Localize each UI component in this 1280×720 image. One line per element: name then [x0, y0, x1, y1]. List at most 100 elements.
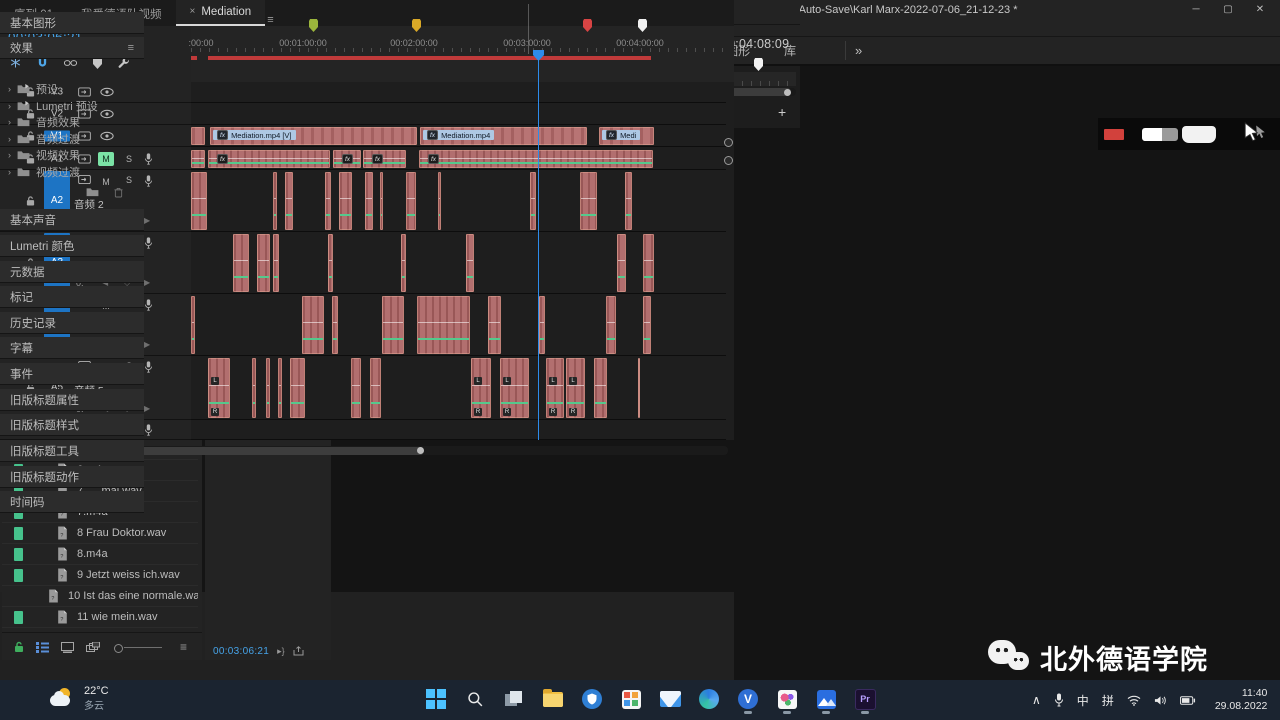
clip[interactable]	[302, 296, 324, 354]
chevron-right-icon[interactable]: ›	[8, 117, 11, 127]
playhead-line[interactable]	[538, 54, 539, 440]
clip[interactable]: LR	[500, 358, 529, 418]
voiceover-record-mic-icon[interactable]	[144, 153, 153, 165]
clip[interactable]: fx	[208, 150, 330, 168]
new-custom-bin-icon[interactable]	[86, 187, 99, 197]
close-button[interactable]: ✕	[1244, 4, 1276, 15]
label-color-chip[interactable]	[14, 527, 23, 540]
clip[interactable]: fx	[419, 150, 653, 168]
clip[interactable]	[290, 358, 305, 418]
sequence-marker[interactable]	[754, 58, 763, 71]
clip[interactable]	[594, 358, 607, 418]
track-lane-A1[interactable]: fxfxfxfx	[191, 149, 726, 170]
voiceover-record-mic-icon[interactable]	[144, 237, 153, 249]
next-keyframe-icon[interactable]: ▶	[144, 216, 150, 225]
clip[interactable]	[191, 127, 205, 145]
start-icon[interactable]	[424, 684, 448, 714]
panel-section-旧版标题工具[interactable]: 旧版标题工具	[0, 440, 144, 462]
clip[interactable]: fxMediation.mp4	[420, 127, 587, 145]
panel-section-事件[interactable]: 事件	[0, 363, 144, 385]
button-editor-plus[interactable]: +	[778, 104, 786, 120]
task-view-icon[interactable]	[502, 684, 526, 714]
panel-section-历史记录[interactable]: 历史记录	[0, 312, 144, 334]
clip[interactable]	[539, 296, 545, 354]
panel-section-旧版标题属性[interactable]: 旧版标题属性	[0, 389, 144, 411]
list-item[interactable]: ?11 wie mein.wav	[2, 607, 198, 628]
clip[interactable]	[365, 172, 373, 230]
voiceover-record-mic-icon[interactable]	[144, 175, 153, 187]
clip[interactable]	[406, 172, 416, 230]
voiceover-record-mic-icon[interactable]	[144, 299, 153, 311]
track-lane-A6[interactable]	[191, 421, 726, 440]
panel-section-元数据[interactable]: 元数据	[0, 261, 144, 283]
chevron-right-icon[interactable]: ›	[8, 134, 11, 144]
clip[interactable]: LR	[566, 358, 585, 418]
sequence-marker[interactable]	[309, 19, 318, 32]
volume-icon[interactable]	[1154, 695, 1167, 706]
clip[interactable]	[417, 296, 470, 354]
track-lane-V3[interactable]	[191, 82, 726, 103]
chevron-right-icon[interactable]: ›	[8, 101, 11, 111]
ime-mode-button[interactable]: 拼	[1102, 692, 1114, 709]
list-item[interactable]: ?9 Jetzt weiss ich.wav	[2, 565, 198, 586]
panel-section-旧版标题样式[interactable]: 旧版标题样式	[0, 414, 144, 436]
clip[interactable]	[351, 358, 361, 418]
list-item[interactable]: ?10 Ist das eine normale.wa	[2, 586, 198, 607]
effects-bin-预设[interactable]: ›预设	[0, 81, 144, 97]
sort-icons-button[interactable]: ≡	[180, 640, 187, 654]
clip[interactable]	[643, 234, 654, 292]
clip[interactable]	[370, 358, 381, 418]
ime-language-button[interactable]: 中	[1077, 692, 1089, 709]
tray-chevron-icon[interactable]: ∧	[1032, 693, 1041, 707]
track-lane-A3[interactable]	[191, 233, 726, 294]
clip[interactable]: fx	[333, 150, 361, 168]
effects-bin-音频效果[interactable]: ›音频效果	[0, 114, 144, 130]
clip[interactable]	[438, 172, 441, 230]
next-keyframe-icon[interactable]: ▶	[144, 404, 150, 413]
weather-widget[interactable]: 22°C 多云	[50, 685, 109, 712]
chevron-right-icon[interactable]: ›	[8, 150, 11, 160]
panel-menu-icon[interactable]: ≡	[128, 42, 134, 54]
icon-view-button[interactable]	[61, 642, 74, 653]
panel-section-时间码[interactable]: 时间码	[0, 491, 144, 513]
clip[interactable]	[580, 172, 597, 230]
timeline-ruler[interactable]: :00:0000:01:00:0000:02:00:0000:03:00:000…	[191, 26, 734, 82]
clip[interactable]: LR	[471, 358, 491, 418]
label-color-chip[interactable]	[14, 611, 23, 624]
track-lane-A2[interactable]	[191, 171, 726, 232]
clip[interactable]	[257, 234, 270, 292]
label-color-chip[interactable]	[14, 569, 23, 582]
clip[interactable]	[191, 150, 205, 168]
clip[interactable]	[466, 234, 474, 292]
list-view-button[interactable]	[36, 642, 49, 653]
clip[interactable]	[380, 172, 383, 230]
search-icon[interactable]	[463, 684, 487, 714]
effects-bin-视频效果[interactable]: ›视频效果	[0, 147, 144, 163]
next-keyframe-icon[interactable]: ▶	[144, 278, 150, 287]
freeform-view-button[interactable]	[86, 642, 100, 653]
chevron-right-icon[interactable]: ›	[8, 84, 11, 94]
clip[interactable]: fxMedi	[599, 127, 654, 145]
clip[interactable]	[488, 296, 501, 354]
clip[interactable]	[191, 296, 195, 354]
clip[interactable]	[332, 296, 338, 354]
edge-icon[interactable]	[697, 684, 721, 714]
workspace-overflow-button[interactable]: »	[855, 37, 862, 64]
sequence-marker[interactable]	[638, 19, 647, 32]
panel-menu-icon[interactable]: ≡	[267, 14, 273, 26]
track-lane-A4[interactable]	[191, 295, 726, 356]
effects-bin-音频过渡[interactable]: ›音频过渡	[0, 131, 144, 147]
store-icon[interactable]	[619, 684, 643, 714]
zoom-slider[interactable]	[114, 642, 162, 652]
mail-icon[interactable]	[658, 684, 682, 714]
clip[interactable]: LR	[208, 358, 230, 418]
clip[interactable]	[252, 358, 256, 418]
export-icon[interactable]	[293, 646, 304, 656]
list-item[interactable]: ?8 Frau Doktor.wav	[2, 523, 198, 544]
clip[interactable]	[328, 234, 333, 292]
clip[interactable]: fx	[363, 150, 406, 168]
clip[interactable]	[285, 172, 293, 230]
clip[interactable]	[401, 234, 406, 292]
delete-custom-item-icon[interactable]	[114, 187, 123, 198]
clip[interactable]	[191, 172, 207, 230]
